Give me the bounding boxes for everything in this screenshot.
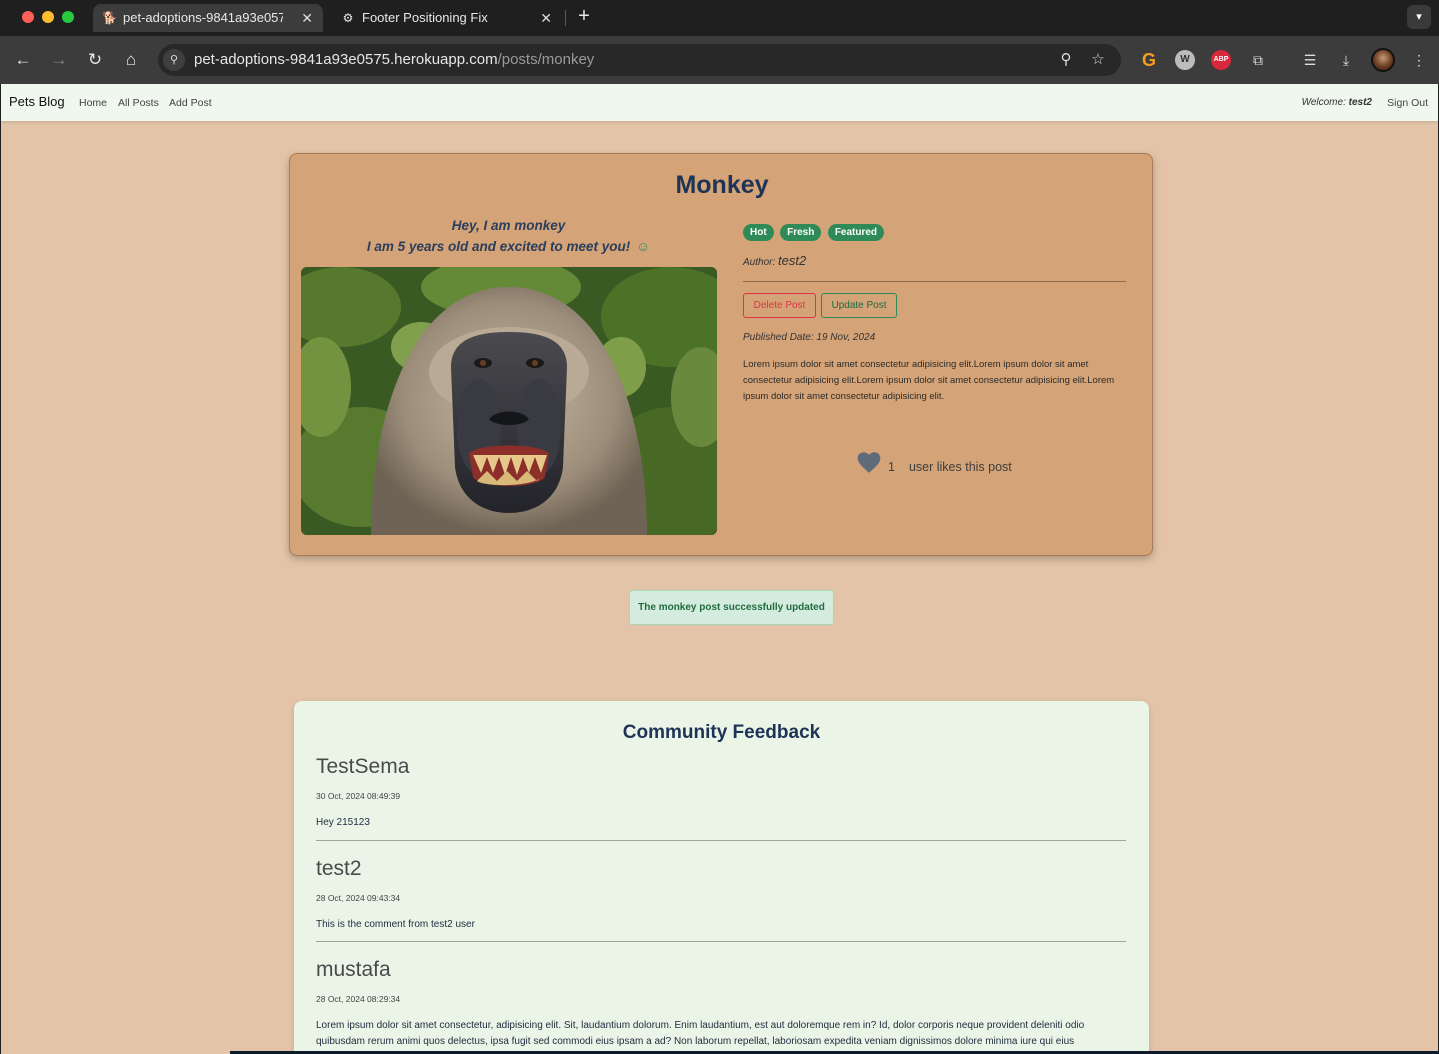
post-title: Monkey	[675, 171, 769, 199]
comment-item: TestSema 30 Oct, 2024 08:49:39 Hey 21512…	[316, 755, 1126, 831]
forward-icon[interactable]: →	[49, 50, 69, 70]
page-viewport: Pets Blog Home All Posts Add Post Welcom…	[1, 84, 1438, 1054]
address-bar[interactable]: ⚲ pet-adoptions-9841a93e0575.herokuapp.c…	[158, 44, 1121, 76]
post-body: Lorem ipsum dolor sit amet consectetur a…	[743, 359, 1115, 402]
welcome-user: test2	[1348, 97, 1372, 108]
nav-home[interactable]: Home	[79, 97, 107, 109]
comment-divider	[316, 941, 1126, 942]
comment-item: test2 28 Oct, 2024 09:43:34 This is the …	[316, 857, 1126, 933]
adblock-extension-icon[interactable]: ABP	[1211, 50, 1231, 70]
monkey-illustration	[301, 267, 717, 535]
browser-toolbar: ← → ↻ ⌂ ⚲ pet-adoptions-9841a93e0575.her…	[0, 36, 1439, 84]
new-tab-button[interactable]: +	[573, 6, 595, 28]
heart-icon[interactable]	[856, 450, 882, 474]
likes-count: 1	[888, 460, 895, 474]
badge-hot: Hot	[743, 224, 774, 241]
comment-date: 28 Oct, 2024 09:43:34	[316, 893, 401, 903]
update-post-button[interactable]: Update Post	[821, 293, 897, 318]
browser-tabbar: 🐕 pet-adoptions-9841a93e057 ✕ ⚙ Footer P…	[0, 0, 1439, 36]
monkey-photo	[301, 267, 717, 535]
post-author: Author: test2	[743, 253, 806, 268]
comment-text: Lorem ipsum dolor sit amet consectetur, …	[316, 1020, 1085, 1047]
w-extension-icon[interactable]: W	[1175, 50, 1195, 70]
post-intro-line2: I am 5 years old and excited to meet you…	[301, 239, 716, 254]
download-icon[interactable]: ⤓	[1336, 50, 1356, 70]
back-icon[interactable]: ←	[13, 50, 33, 70]
flash-message: The monkey post successfully updated	[629, 590, 834, 625]
intro-line2-text: I am 5 years old and excited to meet you…	[366, 239, 631, 254]
dog-icon: 🐕	[102, 11, 117, 25]
comment-author: mustafa	[316, 958, 391, 981]
welcome-text: Welcome: test2	[1302, 97, 1372, 108]
comment-text: Hey 215123	[316, 817, 370, 828]
tab-title: Footer Positioning Fix	[362, 10, 488, 25]
likes-row: 1 user likes this post	[856, 450, 1012, 474]
openai-icon: ⚙	[342, 11, 354, 25]
extensions-puzzle-icon[interactable]: ⧉	[1248, 50, 1268, 70]
tab-search-button[interactable]: ▾	[1407, 5, 1431, 29]
tab-footer-fix[interactable]: ⚙ Footer Positioning Fix ✕	[332, 4, 562, 32]
tab-pet-adoptions[interactable]: 🐕 pet-adoptions-9841a93e057 ✕	[93, 4, 323, 32]
comment-date: 28 Oct, 2024 08:29:34	[316, 994, 401, 1004]
tab-title: pet-adoptions-9841a93e057	[123, 10, 283, 25]
author-name: test2	[778, 253, 807, 268]
nav-all-posts[interactable]: All Posts	[118, 97, 159, 109]
brand-link[interactable]: Pets Blog	[9, 94, 65, 109]
author-label: Author:	[743, 257, 776, 268]
post-badges: Hot Fresh Featured	[743, 222, 886, 241]
comment-text: This is the comment from test2 user	[316, 919, 475, 930]
tab-separator	[565, 10, 566, 26]
badge-fresh: Fresh	[780, 224, 822, 241]
published-date: Published Date: 19 Nov, 2024	[743, 332, 876, 343]
likes-text: user likes this post	[908, 460, 1012, 474]
nav-add-post[interactable]: Add Post	[169, 97, 212, 109]
close-icon[interactable]: ✕	[301, 4, 313, 32]
comment-item: mustafa 28 Oct, 2024 08:29:34 Lorem ipsu…	[316, 958, 1126, 1050]
post-card: Monkey Hey, I am monkey I am 5 years old…	[289, 153, 1153, 556]
post-intro-line1: Hey, I am monkey	[451, 218, 566, 233]
media-queue-icon[interactable]: ☰	[1300, 50, 1320, 70]
maximize-window-button[interactable]	[62, 11, 74, 23]
site-info-icon[interactable]: ⚲	[163, 49, 185, 71]
sign-out-link[interactable]: Sign Out	[1387, 97, 1428, 109]
smile-icon: ☺	[636, 239, 651, 254]
reload-icon[interactable]: ↻	[85, 50, 105, 70]
url-path: /posts/monkey	[497, 51, 595, 68]
home-icon[interactable]: ⌂	[121, 50, 141, 70]
close-window-button[interactable]	[22, 11, 34, 23]
community-feedback: Community Feedback TestSema 30 Oct, 2024…	[294, 701, 1149, 1054]
close-icon[interactable]: ✕	[540, 4, 552, 32]
post-divider	[743, 281, 1126, 282]
zoom-icon[interactable]: ⚲	[1056, 50, 1076, 70]
comment-date: 30 Oct, 2024 08:49:39	[316, 791, 401, 801]
feedback-title: Community Feedback	[622, 722, 821, 743]
site-navbar: Pets Blog Home All Posts Add Post Welcom…	[1, 84, 1438, 121]
profile-avatar[interactable]	[1371, 48, 1395, 72]
comment-author: test2	[316, 857, 362, 880]
grammarly-extension-icon[interactable]: G	[1139, 50, 1159, 70]
comment-divider	[316, 840, 1126, 841]
delete-post-button[interactable]: Delete Post	[743, 293, 816, 318]
welcome-label: Welcome:	[1301, 97, 1346, 108]
minimize-window-button[interactable]	[42, 11, 54, 23]
url-text[interactable]: pet-adoptions-9841a93e0575.herokuapp.com…	[194, 51, 594, 68]
badge-featured: Featured	[827, 224, 885, 241]
url-host: pet-adoptions-9841a93e0575.herokuapp.com	[194, 51, 498, 68]
kebab-menu-icon[interactable]: ⋮	[1409, 50, 1429, 70]
comment-author: TestSema	[316, 755, 410, 778]
bookmark-star-icon[interactable]: ☆	[1088, 50, 1108, 70]
